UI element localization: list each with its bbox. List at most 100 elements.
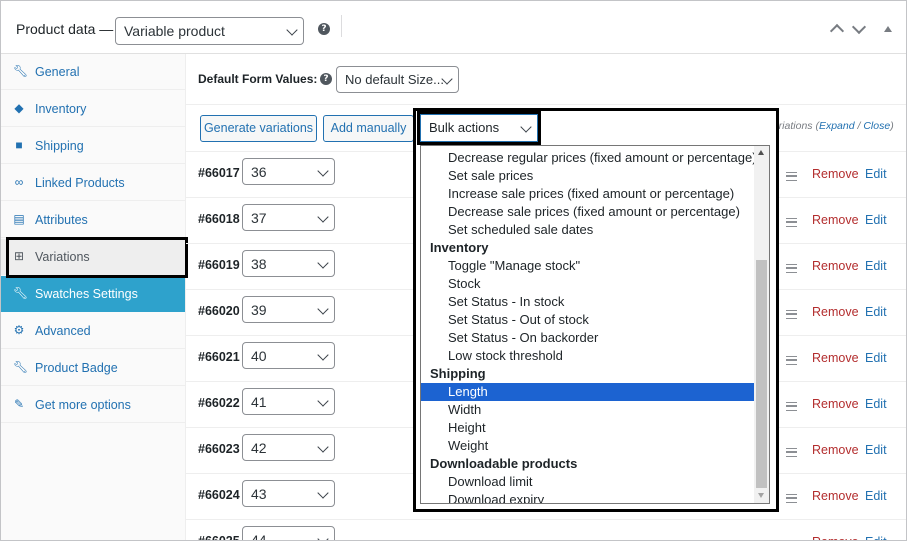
- dropdown-option[interactable]: Length: [421, 383, 755, 401]
- remove-link[interactable]: Remove: [812, 259, 859, 273]
- tab-label: Variations: [35, 250, 90, 264]
- generate-variations-button[interactable]: Generate variations: [200, 115, 317, 142]
- variation-size-select[interactable]: 38: [242, 250, 335, 277]
- tab-shipping[interactable]: ■ Shipping: [1, 128, 185, 164]
- edit-link[interactable]: Edit: [865, 259, 887, 273]
- drag-handle-icon[interactable]: [786, 172, 797, 181]
- dropdown-option[interactable]: Increase sale prices (fixed amount or pe…: [421, 185, 755, 203]
- variation-size-select[interactable]: 36: [242, 158, 335, 185]
- tab-get-more-options[interactable]: ✎ Get more options: [1, 387, 185, 423]
- tab-linked-products[interactable]: ∞ Linked Products: [1, 165, 185, 201]
- variation-id: #66023: [198, 442, 240, 456]
- dropdown-option[interactable]: Set Status - In stock: [421, 293, 755, 311]
- panel-header: Product data — Variable product ?: [1, 1, 906, 54]
- variation-row[interactable]: #66025 44 Remove Edit: [186, 519, 906, 540]
- dropdown-option[interactable]: Width: [421, 401, 755, 419]
- product-type-value: Variable product: [124, 23, 225, 39]
- edit-link[interactable]: Edit: [865, 489, 887, 503]
- help-icon[interactable]: ?: [320, 73, 332, 85]
- edit-link[interactable]: Edit: [865, 535, 887, 540]
- variation-id: #66021: [198, 350, 240, 364]
- dropdown-option[interactable]: Set Status - Out of stock: [421, 311, 755, 329]
- default-size-select[interactable]: No default Size...: [336, 66, 459, 93]
- remove-link[interactable]: Remove: [812, 443, 859, 457]
- help-icon[interactable]: ?: [318, 23, 330, 35]
- variation-size-select[interactable]: 37: [242, 204, 335, 231]
- remove-link[interactable]: Remove: [812, 305, 859, 319]
- edit-link[interactable]: Edit: [865, 167, 887, 181]
- tab-inventory[interactable]: ◆ Inventory: [1, 91, 185, 127]
- dropdown-option[interactable]: Height: [421, 419, 755, 437]
- collapse-toggle-icon[interactable]: [884, 26, 892, 32]
- dropdown-option[interactable]: Toggle "Manage stock": [421, 257, 755, 275]
- variation-size-select[interactable]: 43: [242, 480, 335, 507]
- tab-advanced[interactable]: ⚙ Advanced: [1, 313, 185, 349]
- edit-link[interactable]: Edit: [865, 397, 887, 411]
- drag-handle-icon[interactable]: [786, 402, 797, 411]
- scrollbar-thumb[interactable]: [756, 260, 767, 488]
- dropdown-option[interactable]: Decrease regular prices (fixed amount or…: [421, 149, 757, 167]
- remove-link[interactable]: Remove: [812, 489, 859, 503]
- dropdown-option[interactable]: Weight: [421, 437, 755, 455]
- variation-id: #66018: [198, 212, 240, 226]
- link-icon: ∞: [14, 175, 24, 189]
- dropdown-group-label: Shipping: [430, 366, 486, 381]
- drag-handle-icon[interactable]: [786, 218, 797, 227]
- edit-link[interactable]: Edit: [865, 351, 887, 365]
- add-manually-button[interactable]: Add manually: [323, 115, 414, 142]
- dropdown-option[interactable]: Set sale prices: [421, 167, 755, 185]
- divider: [341, 15, 342, 37]
- variation-size-select[interactable]: 39: [242, 296, 335, 323]
- move-down-icon[interactable]: [851, 19, 867, 35]
- drag-handle-icon[interactable]: [786, 356, 797, 365]
- tab-general[interactable]: 🔧︎ General: [1, 54, 185, 90]
- drag-handle-icon[interactable]: [786, 494, 797, 503]
- tab-variations[interactable]: ⊞ Variations: [1, 239, 185, 275]
- bulk-actions-select[interactable]: Bulk actions: [420, 114, 538, 142]
- variation-size-select[interactable]: 40: [242, 342, 335, 369]
- drag-handle-icon[interactable]: [786, 448, 797, 457]
- drag-handle-icon[interactable]: [786, 310, 797, 319]
- expand-link[interactable]: Expand: [819, 120, 855, 132]
- chevron-down-icon: [317, 257, 329, 269]
- remove-link[interactable]: Remove: [812, 167, 859, 181]
- tab-label: Swatches Settings: [35, 287, 138, 301]
- chevron-down-icon: [317, 349, 329, 361]
- dropdown-option[interactable]: Decrease sale prices (fixed amount or pe…: [421, 203, 755, 221]
- close-link[interactable]: Close: [863, 120, 890, 132]
- edit-link[interactable]: Edit: [865, 305, 887, 319]
- edit-link[interactable]: Edit: [865, 213, 887, 227]
- dropdown-option[interactable]: Set scheduled sale dates: [421, 221, 755, 239]
- dropdown-option[interactable]: Set Status - On backorder: [421, 329, 755, 347]
- drag-handle-icon[interactable]: [786, 264, 797, 273]
- dropdown-option[interactable]: Stock: [421, 275, 755, 293]
- variation-size-select[interactable]: 44: [242, 526, 335, 540]
- remove-link[interactable]: Remove: [812, 535, 859, 540]
- scroll-down-arrow-icon[interactable]: [758, 493, 764, 498]
- dropdown-option[interactable]: Download limit: [421, 473, 755, 491]
- product-type-select[interactable]: Variable product: [115, 17, 304, 45]
- tab-label: General: [35, 65, 80, 79]
- scroll-up-arrow-icon[interactable]: [758, 150, 764, 155]
- tab-label: Advanced: [35, 324, 91, 338]
- remove-link[interactable]: Remove: [812, 213, 859, 227]
- tab-product-badge[interactable]: 🔧︎ Product Badge: [1, 350, 185, 386]
- variation-size-value: 37: [251, 210, 267, 226]
- variation-size-select[interactable]: 42: [242, 434, 335, 461]
- remove-link[interactable]: Remove: [812, 351, 859, 365]
- default-size-value: No default Size...: [345, 72, 444, 87]
- close-paren: ): [890, 120, 894, 132]
- move-up-icon[interactable]: [829, 23, 845, 39]
- tab-attributes[interactable]: ▤ Attributes: [1, 202, 185, 238]
- bulk-actions-dropdown-list[interactable]: Decrease regular prices (fixed amount or…: [420, 145, 770, 504]
- variation-size-value: 38: [251, 256, 267, 272]
- dropdown-option[interactable]: Download expiry: [421, 491, 755, 503]
- wrench-icon: 🔧︎: [13, 286, 29, 300]
- remove-link[interactable]: Remove: [812, 397, 859, 411]
- default-form-values-bar: Default Form Values: ? No default Size..…: [186, 54, 906, 105]
- edit-link[interactable]: Edit: [865, 443, 887, 457]
- dropdown-scrollbar[interactable]: [754, 146, 769, 503]
- variation-size-select[interactable]: 41: [242, 388, 335, 415]
- tab-swatches-settings[interactable]: 🔧︎ Swatches Settings: [1, 276, 185, 312]
- dropdown-option[interactable]: Low stock threshold: [421, 347, 755, 365]
